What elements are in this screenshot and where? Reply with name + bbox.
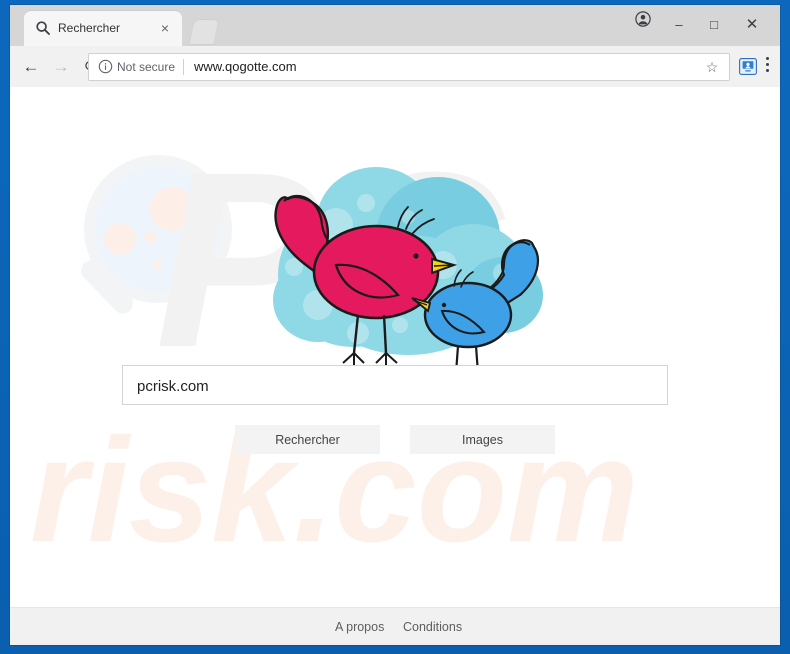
search-submit-button[interactable]: Rechercher bbox=[235, 425, 380, 454]
tab-title: Rechercher bbox=[58, 21, 121, 35]
profile-avatar-icon[interactable] bbox=[629, 11, 657, 35]
url-text: www.qogotte.com bbox=[194, 59, 297, 74]
browser-window: Rechercher × – □ ✕ ← → ⟳ bbox=[10, 5, 780, 645]
browser-toolbar: ← → ⟳ Not secure www.qogotte.com ☆ bbox=[10, 46, 780, 88]
page-viewport: PC risk.com bbox=[10, 87, 780, 645]
search-icon bbox=[35, 20, 51, 36]
browser-tab-rechercher[interactable]: Rechercher × bbox=[24, 11, 182, 46]
info-circle-icon[interactable] bbox=[98, 59, 113, 74]
footer-link-about[interactable]: A propos bbox=[335, 620, 384, 634]
window-minimize-button[interactable]: – bbox=[665, 13, 693, 37]
kebab-menu-icon[interactable] bbox=[766, 57, 770, 75]
back-button[interactable]: ← bbox=[19, 55, 43, 79]
watermark-magnifier-icon bbox=[62, 147, 242, 377]
forward-button[interactable]: → bbox=[49, 55, 73, 79]
desktop-background: Rechercher × – □ ✕ ← → ⟳ bbox=[0, 0, 790, 654]
search-input[interactable] bbox=[135, 366, 649, 406]
tab-close-icon[interactable]: × bbox=[157, 20, 173, 36]
new-tab-button[interactable] bbox=[188, 19, 220, 45]
images-search-button[interactable]: Images bbox=[410, 425, 555, 454]
page-footer: A propos Conditions bbox=[10, 607, 780, 645]
search-box[interactable] bbox=[122, 365, 668, 406]
search-actions: Rechercher Images bbox=[10, 425, 780, 455]
bookmark-star-icon[interactable]: ☆ bbox=[704, 59, 720, 75]
cast-monitor-icon[interactable] bbox=[739, 58, 757, 75]
window-close-button[interactable]: ✕ bbox=[738, 13, 766, 37]
address-bar[interactable]: Not secure www.qogotte.com ☆ bbox=[88, 53, 730, 81]
security-status-label: Not secure bbox=[117, 60, 176, 74]
tab-strip: Rechercher × – □ ✕ bbox=[10, 5, 780, 46]
window-maximize-button[interactable]: □ bbox=[700, 13, 728, 37]
footer-link-terms[interactable]: Conditions bbox=[403, 620, 462, 634]
omnibox-divider bbox=[183, 59, 184, 75]
